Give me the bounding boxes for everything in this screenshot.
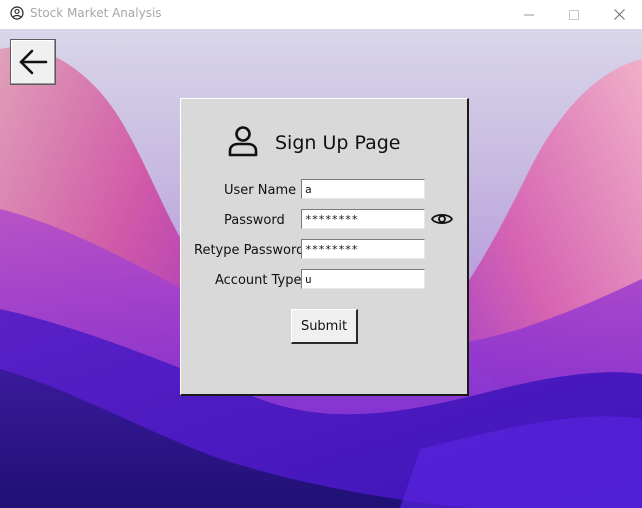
minimize-icon [524,14,534,15]
retype-password-label: Retype Password [194,243,305,258]
window-title: Stock Market Analysis [30,6,162,20]
close-icon [613,9,625,20]
submit-button[interactable]: Submit [291,309,358,344]
signup-panel: Sign Up Page User Name Password Retype P… [180,98,469,396]
minimize-button[interactable] [506,0,552,29]
close-button[interactable] [596,0,642,29]
page-title: Sign Up Page [275,132,401,154]
password-input[interactable] [301,209,425,229]
account-type-input[interactable] [301,269,425,289]
user-circle-icon [10,6,24,20]
maximize-icon [569,9,579,20]
eye-icon[interactable] [431,211,453,227]
retype-password-input[interactable] [301,239,425,259]
title-bar: Stock Market Analysis [0,0,642,29]
password-label: Password [224,213,285,228]
arrow-left-icon [19,49,48,75]
maximize-button[interactable] [551,0,597,29]
username-label: User Name [224,183,297,198]
back-button[interactable] [10,39,56,85]
app-window: Stock Market Analysis Sign Up Page User … [0,0,642,508]
account-type-label: Account Type [215,273,302,288]
user-icon [228,126,258,157]
username-input[interactable] [301,179,425,199]
